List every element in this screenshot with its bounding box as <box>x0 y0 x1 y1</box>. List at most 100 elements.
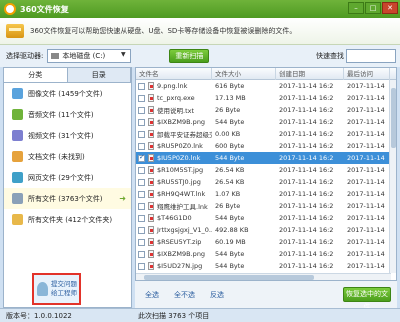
tab-category[interactable]: 分类 <box>4 68 68 82</box>
table-row[interactable]: $RU5P0Z0.lnk 600 Byte 2017-11-14 16:2 2017-… <box>136 140 396 152</box>
created-date-cell: 2017-11-14 16:2 <box>279 190 334 198</box>
table-row[interactable]: 翔鹰维护工具.lnk 26 Byte 2017-11-14 16:2 2017-11-… <box>136 200 396 212</box>
row-checkbox[interactable] <box>138 190 145 198</box>
file-size-cell: 26.54 KB <box>215 178 245 186</box>
close-icon[interactable]: ✕ <box>382 2 398 14</box>
table-row[interactable]: $RSEU5YT.zip 60.19 MB 2017-11-14 16:2 2017-… <box>136 236 396 248</box>
created-date-cell: 2017-11-14 16:2 <box>279 82 334 90</box>
row-checkbox[interactable] <box>138 166 145 174</box>
category-label: 文档文件 (未找到) <box>28 152 85 161</box>
last-visited-cell: 2017-11-14 <box>347 226 385 234</box>
table-row[interactable]: 使用说明.txt 26 Byte 2017-11-14 16:2 2017-11-14 <box>136 104 396 116</box>
row-checkbox[interactable] <box>138 238 145 246</box>
horizontal-scrollbar[interactable] <box>136 273 391 280</box>
scrollbar-thumb[interactable] <box>391 88 396 148</box>
file-name-cell: $RH9Q4WT.lnk <box>136 190 212 198</box>
row-checkbox[interactable] <box>138 142 145 150</box>
description-bar: 360文件恢复可以帮助您快速从硬盘、U盘、SD卡等存储设备中恢复被误删除的文件。 <box>0 18 400 45</box>
category-label: 网页文件 (29个文件) <box>28 173 94 182</box>
last-visited-cell: 2017-11-14 <box>347 238 385 246</box>
vertical-scrollbar[interactable] <box>389 80 396 273</box>
category-item[interactable]: 所有文件夹 (412个文件夹) <box>4 209 131 230</box>
row-checkbox[interactable] <box>138 130 145 138</box>
row-checkbox[interactable] <box>138 118 145 126</box>
row-checkbox[interactable] <box>138 214 145 222</box>
created-date-cell: 2017-11-14 16:2 <box>279 118 334 126</box>
image-icon <box>12 88 23 99</box>
category-label: 图像文件 (1459个文件) <box>28 89 103 98</box>
table-row[interactable]: $T46G1D0 544 Byte 2017-11-14 16:2 2017-11-1… <box>136 212 396 224</box>
select-none-link[interactable]: 全不选 <box>174 290 195 300</box>
chevron-down-icon[interactable]: ▼ <box>118 51 128 61</box>
file-icon <box>148 94 154 102</box>
tab-directory[interactable]: 目录 <box>67 68 131 82</box>
file-icon <box>148 214 154 222</box>
file-size-cell: 544 Byte <box>215 214 245 222</box>
category-item[interactable]: 所有文件 (3763个文件) ➜ <box>4 188 131 209</box>
created-date-cell: 2017-11-14 16:2 <box>279 226 334 234</box>
quickfind-label: 快速查找 <box>316 52 344 60</box>
created-date-cell: 2017-11-14 16:2 <box>279 94 334 102</box>
file-name: $T46G1D0 <box>157 214 192 222</box>
file-name-cell: $RU5P0Z0.lnk <box>136 142 212 150</box>
file-icon <box>148 130 154 138</box>
column-header-name[interactable]: 文件名 <box>136 68 212 80</box>
category-tabs: 分类 目录 <box>4 68 131 83</box>
table-row[interactable]: 卸载平安证券超级交 0.00 KB 2017-11-14 16:2 2017-11-1… <box>136 128 396 140</box>
row-checkbox[interactable] <box>138 262 145 270</box>
row-checkbox[interactable] <box>138 226 145 234</box>
row-checkbox[interactable] <box>138 154 145 162</box>
table-row[interactable]: $RH9Q4WT.lnk 1.07 KB 2017-11-14 16:2 2017-1… <box>136 188 396 200</box>
file-name: 卸载平安证券超级交 <box>157 131 212 139</box>
scan-result-text: 此次扫描 3763 个项目 <box>138 311 210 320</box>
column-header-visited[interactable]: 最后访问 <box>344 68 390 80</box>
column-header-created[interactable]: 创建日期 <box>276 68 344 80</box>
last-visited-cell: 2017-11-14 <box>347 94 385 102</box>
recover-button[interactable]: 恢复选中的文件 <box>343 287 391 311</box>
rescan-button[interactable]: 重新扫描 <box>169 49 210 63</box>
file-name: $RU5STJ0.jpg <box>157 178 201 186</box>
status-bar: 版本号：1.0.0.1022 此次扫描 3763 个项目 <box>0 308 400 322</box>
file-size-cell: 600 Byte <box>215 142 245 150</box>
file-name: $RSEU5YT.zip <box>157 238 202 246</box>
category-item[interactable]: 音频文件 (11个文件) <box>4 104 131 125</box>
last-visited-cell: 2017-11-14 <box>347 82 385 90</box>
category-item[interactable]: 视频文件 (31个文件) <box>4 125 131 146</box>
search-input[interactable] <box>346 49 396 63</box>
table-row[interactable]: $IXBZM9B.png 544 Byte 2017-11-14 16:2 2017-… <box>136 116 396 128</box>
table-row[interactable]: $R10M5ST.jpg 26.54 KB 2017-11-14 16:2 2017-… <box>136 164 396 176</box>
row-checkbox[interactable] <box>138 202 145 210</box>
table-row[interactable]: 9.png.lnk 616 Byte 2017-11-14 16:2 2017-11-… <box>136 80 396 92</box>
row-checkbox[interactable] <box>138 82 145 90</box>
file-size-cell: 26.54 KB <box>215 166 245 174</box>
row-checkbox[interactable] <box>138 178 145 186</box>
column-header-size[interactable]: 文件大小 <box>212 68 276 80</box>
video-icon <box>12 130 23 141</box>
table-row[interactable]: $IXBZM9B.png 544 Byte 2017-11-14 16:2 2017-… <box>136 248 396 260</box>
created-date-cell: 2017-11-14 16:2 <box>279 166 334 174</box>
feedback-button[interactable]: 提交问题 给工程师 <box>32 273 81 305</box>
file-name: $RH9Q4WT.lnk <box>157 190 206 198</box>
category-item[interactable]: 图像文件 (1459个文件) <box>4 83 131 104</box>
select-all-link[interactable]: 全选 <box>145 290 159 300</box>
created-date-cell: 2017-11-14 16:2 <box>279 262 334 270</box>
app-description: 360文件恢复可以帮助您快速从硬盘、U盘、SD卡等存储设备中恢复被误删除的文件。 <box>30 27 297 35</box>
table-row[interactable]: Jrttxgsjgxj_V1_0... 492.88 KB 2017-11-14 1… <box>136 224 396 236</box>
minimize-icon[interactable]: – <box>348 2 364 14</box>
row-checkbox[interactable] <box>138 106 145 114</box>
created-date-cell: 2017-11-14 16:2 <box>279 142 334 150</box>
category-item[interactable]: 网页文件 (29个文件) <box>4 167 131 188</box>
row-checkbox[interactable] <box>138 94 145 102</box>
table-row[interactable]: tc_pxrq.exe 17.13 MB 2017-11-14 16:2 2017-1… <box>136 92 396 104</box>
table-row[interactable]: $I5UD27N.jpg 544 Byte 2017-11-14 16:2 2017-… <box>136 260 396 272</box>
category-item[interactable]: 文档文件 (未找到) <box>4 146 131 167</box>
title-bar: 360文件恢复 – □ ✕ <box>0 0 400 18</box>
hscrollbar-thumb[interactable] <box>144 275 314 280</box>
table-row[interactable]: $IU5P0Z0.lnk 544 Byte 2017-11-14 16:2 2017-… <box>136 152 396 164</box>
drive-select[interactable]: 本地磁盘 (C:) ▼ <box>47 49 132 63</box>
table-row[interactable]: $RU5STJ0.jpg 26.54 KB 2017-11-14 16:2 2017-… <box>136 176 396 188</box>
maximize-icon[interactable]: □ <box>365 2 381 14</box>
audio-icon <box>12 109 23 120</box>
invert-selection-link[interactable]: 反选 <box>210 290 224 300</box>
row-checkbox[interactable] <box>138 250 145 258</box>
